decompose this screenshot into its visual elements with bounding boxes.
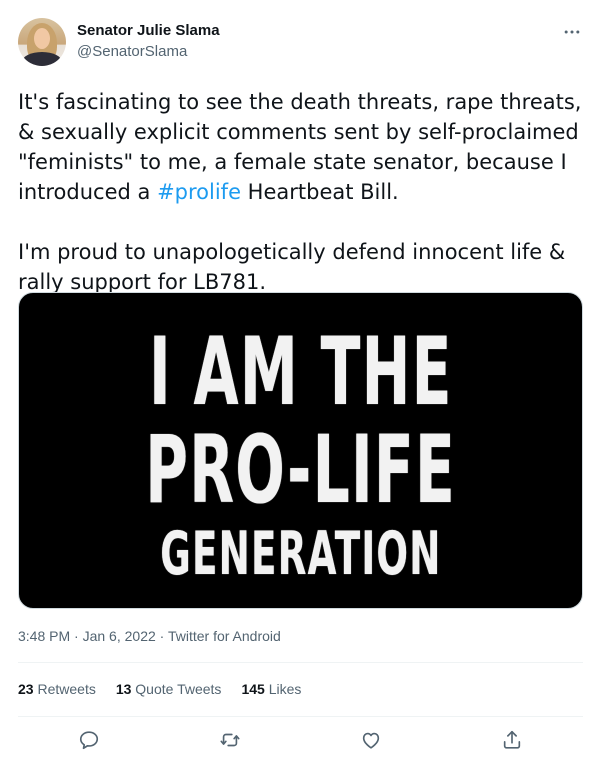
tweet-actions <box>18 726 583 754</box>
divider <box>18 716 583 717</box>
tweet-paragraph-1: It's fascinating to see the death threat… <box>18 87 588 207</box>
tweet-paragraph-2: I'm proud to unapologetically defend inn… <box>18 240 566 294</box>
retweets-count: 23 <box>18 681 34 697</box>
divider <box>18 662 583 663</box>
image-text-line-2: PRO-LIFE <box>145 415 456 525</box>
retweets-stat[interactable]: 23 Retweets <box>18 681 96 699</box>
reply-icon <box>79 731 99 750</box>
more-horizontal-icon <box>564 30 580 34</box>
quote-tweets-stat[interactable]: 13 Quote Tweets <box>116 681 222 699</box>
likes-label: Likes <box>268 681 302 697</box>
more-options-button[interactable] <box>560 22 584 42</box>
tweet-text-part: Heartbeat Bill. <box>241 180 399 204</box>
image-text-line-3: GENERATION <box>159 518 442 589</box>
engagement-stats: 23 Retweets 13 Quote Tweets 145 Likes <box>18 681 321 699</box>
tweet-metadata: 3:48 PM · Jan 6, 2022 · Twitter for Andr… <box>18 628 281 644</box>
avatar[interactable] <box>18 18 66 66</box>
tweet-image[interactable]: I AM THE PRO-LIFE GENERATION <box>18 292 583 609</box>
tweet-date[interactable]: Jan 6, 2022 <box>83 628 156 644</box>
separator: · <box>70 628 83 644</box>
reply-button[interactable] <box>75 726 103 754</box>
tweet-source[interactable]: Twitter for Android <box>168 628 281 644</box>
image-text: I AM THE PRO-LIFE GENERATION <box>19 293 582 608</box>
share-icon <box>503 730 521 749</box>
tweet-text: It's fascinating to see the death threat… <box>18 87 588 297</box>
author-display-name[interactable]: Senator Julie Slama <box>77 22 220 39</box>
avatar-face <box>34 28 50 49</box>
retweet-button[interactable] <box>216 726 244 754</box>
quote-tweets-count: 13 <box>115 681 132 697</box>
likes-stat[interactable]: 145 Likes <box>241 681 301 699</box>
tweet-card: Senator Julie Slama @SenatorSlama It's f… <box>0 0 601 758</box>
hashtag-link[interactable]: #prolife <box>157 180 241 204</box>
heart-icon <box>362 732 380 749</box>
share-button[interactable] <box>498 726 526 754</box>
retweets-label: Retweets <box>37 681 96 697</box>
separator: · <box>155 628 168 644</box>
likes-count: 145 <box>241 681 265 697</box>
avatar-shirt <box>22 52 62 66</box>
image-text-line-1: I AM THE <box>148 317 453 427</box>
tweet-time[interactable]: 3:48 PM <box>18 628 70 644</box>
retweet-icon <box>220 733 240 747</box>
author-handle[interactable]: @SenatorSlama <box>77 43 187 60</box>
quote-tweets-label: Quote Tweets <box>135 681 222 697</box>
like-button[interactable] <box>357 726 385 754</box>
